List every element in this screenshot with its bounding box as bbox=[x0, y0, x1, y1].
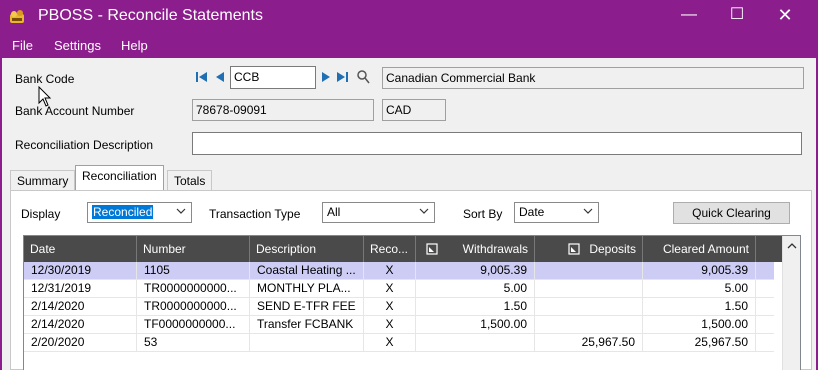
minimize-button[interactable]: — bbox=[666, 0, 712, 34]
maximize-button[interactable]: ☐ bbox=[714, 0, 760, 34]
cell-deposits bbox=[535, 316, 643, 334]
cell-withdrawals bbox=[416, 334, 535, 352]
tab-reconciliation[interactable]: Reconciliation bbox=[75, 165, 164, 190]
cell-cleared-amount: 25,967.50 bbox=[643, 334, 756, 352]
bank-code-input[interactable]: CCB bbox=[230, 66, 316, 89]
cell-date: 12/30/2019 bbox=[24, 262, 137, 280]
cell-withdrawals: 5.00 bbox=[416, 280, 535, 298]
column-header-reconciled[interactable]: Reco... bbox=[364, 236, 416, 262]
cell-date: 2/14/2020 bbox=[24, 316, 137, 334]
cell-deposits: 25,967.50 bbox=[535, 334, 643, 352]
cell-withdrawals: 9,005.39 bbox=[416, 262, 535, 280]
currency-field: CAD bbox=[382, 99, 446, 121]
cell-cleared-amount: 5.00 bbox=[643, 280, 756, 298]
transactions-grid: Date Number Description Reco... Withdraw… bbox=[23, 235, 801, 370]
chevron-down-icon bbox=[583, 208, 593, 214]
finder-search-icon[interactable] bbox=[356, 69, 370, 85]
chevron-down-icon bbox=[176, 208, 186, 214]
window-title: PBOSS - Reconcile Statements bbox=[38, 7, 263, 24]
transaction-type-value: All bbox=[327, 205, 341, 219]
cell-reconciled: X bbox=[364, 316, 416, 334]
account-number-label: Bank Account Number bbox=[15, 104, 135, 118]
cell-reconciled: X bbox=[364, 262, 416, 280]
column-header-withdrawals-label: Withdrawals bbox=[462, 242, 528, 256]
account-number-field: 78678-09091 bbox=[192, 99, 374, 121]
scroll-up-icon[interactable] bbox=[787, 242, 797, 250]
cell-description: Transfer FCBANK bbox=[250, 316, 364, 334]
cell-description: Coastal Heating ... bbox=[250, 262, 364, 280]
title-bar: PBOSS - Reconcile Statements — ☐ ✕ bbox=[0, 0, 818, 34]
recon-description-label: Reconciliation Description bbox=[15, 138, 154, 152]
cell-cleared-amount: 1,500.00 bbox=[643, 316, 756, 334]
column-header-description[interactable]: Description bbox=[250, 236, 364, 262]
display-select[interactable]: Reconciled bbox=[87, 202, 192, 223]
cell-description: SEND E-TFR FEE bbox=[250, 298, 364, 316]
column-header-cleared-amount[interactable]: Cleared Amount bbox=[643, 236, 756, 262]
cell-number: 53 bbox=[137, 334, 250, 352]
export-icon bbox=[426, 243, 438, 255]
column-header-number[interactable]: Number bbox=[137, 236, 250, 262]
cell-cleared-amount: 9,005.39 bbox=[643, 262, 756, 280]
table-row[interactable]: 12/30/2019 1105 Coastal Heating ... X 9,005.… bbox=[24, 262, 774, 280]
menu-file[interactable]: File bbox=[12, 38, 33, 53]
first-record-icon[interactable] bbox=[195, 70, 209, 84]
recon-description-input[interactable] bbox=[192, 132, 802, 155]
menu-bar: File Settings Help bbox=[0, 34, 818, 58]
transaction-type-select[interactable]: All bbox=[322, 202, 435, 223]
cell-withdrawals: 1,500.00 bbox=[416, 316, 535, 334]
display-label: Display bbox=[21, 207, 61, 221]
previous-record-icon[interactable] bbox=[214, 70, 226, 84]
close-button[interactable]: ✕ bbox=[762, 0, 808, 34]
export-icon bbox=[568, 243, 580, 255]
cell-cleared-amount: 1.50 bbox=[643, 298, 756, 316]
column-header-deposits-label: Deposits bbox=[589, 242, 636, 256]
cell-deposits bbox=[535, 298, 643, 316]
cell-deposits bbox=[535, 280, 643, 298]
display-select-value: Reconciled bbox=[92, 205, 154, 219]
quick-clearing-button[interactable]: Quick Clearing bbox=[673, 202, 790, 224]
tab-totals[interactable]: Totals bbox=[167, 170, 213, 190]
cell-date: 12/31/2019 bbox=[24, 280, 137, 298]
menu-settings[interactable]: Settings bbox=[54, 38, 101, 53]
main-panel: Bank Code CCB Canadian Commercial Bank B… bbox=[0, 58, 818, 370]
sort-by-select[interactable]: Date bbox=[514, 202, 599, 223]
cell-date: 2/14/2020 bbox=[24, 298, 137, 316]
bank-name-field: Canadian Commercial Bank bbox=[382, 67, 804, 89]
sort-by-label: Sort By bbox=[463, 207, 503, 221]
column-header-withdrawals[interactable]: Withdrawals bbox=[416, 236, 535, 262]
cell-deposits bbox=[535, 262, 643, 280]
reconciliation-tab-panel: Display Reconciled Transaction Type All … bbox=[10, 190, 812, 370]
next-record-icon[interactable] bbox=[320, 70, 332, 84]
transaction-type-label: Transaction Type bbox=[209, 207, 301, 221]
cell-reconciled: X bbox=[364, 280, 416, 298]
sort-by-value: Date bbox=[519, 205, 545, 219]
cell-number: TR0000000000... bbox=[137, 280, 250, 298]
vertical-scrollbar[interactable] bbox=[782, 236, 800, 370]
app-icon bbox=[10, 10, 24, 23]
cell-number: TF0000000000... bbox=[137, 316, 250, 334]
cell-reconciled: X bbox=[364, 334, 416, 352]
table-row[interactable]: 12/31/2019 TR0000000000... MONTHLY PLA... X… bbox=[24, 280, 774, 298]
tab-summary[interactable]: Summary bbox=[10, 170, 76, 190]
last-record-icon[interactable] bbox=[335, 70, 349, 84]
bank-code-label: Bank Code bbox=[15, 72, 75, 86]
column-header-deposits[interactable]: Deposits bbox=[535, 236, 643, 262]
cell-reconciled: X bbox=[364, 298, 416, 316]
cell-date: 2/20/2020 bbox=[24, 334, 137, 352]
cell-description: MONTHLY PLA... bbox=[250, 280, 364, 298]
cell-number: 1105 bbox=[137, 262, 250, 280]
mouse-cursor-icon bbox=[38, 86, 52, 107]
cell-withdrawals: 1.50 bbox=[416, 298, 535, 316]
column-header-date[interactable]: Date bbox=[24, 236, 137, 262]
table-row[interactable]: 2/20/2020 53 X 25,967.50 25,967.50 bbox=[24, 334, 774, 352]
cell-description bbox=[250, 334, 364, 352]
cell-number: TR0000000000... bbox=[137, 298, 250, 316]
menu-help[interactable]: Help bbox=[121, 38, 148, 53]
chevron-down-icon bbox=[419, 208, 429, 214]
grid-header: Date Number Description Reco... Withdraw… bbox=[24, 236, 800, 262]
table-row[interactable]: 2/14/2020 TF0000000000... Transfer FCBANK X… bbox=[24, 316, 774, 334]
table-row[interactable]: 2/14/2020 TR0000000000... SEND E-TFR FEE X 1… bbox=[24, 298, 774, 316]
